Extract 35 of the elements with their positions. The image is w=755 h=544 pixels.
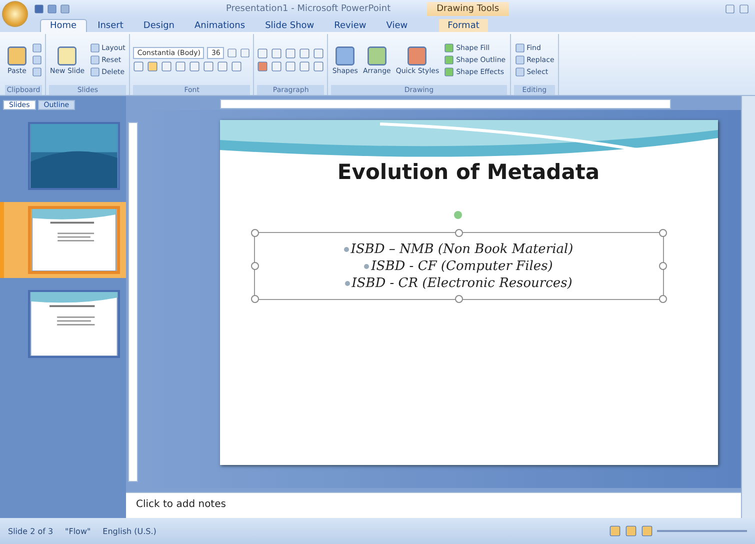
ribbon-tab[interactable]: View: [377, 19, 417, 32]
bullet-icon: [364, 264, 370, 268]
slide-title: Evolution of Metadata: [337, 160, 600, 184]
ribbon-tab[interactable]: Home: [40, 19, 87, 32]
status-language: English (U.S.): [102, 526, 156, 536]
bullet-text: ISBD - CF (Computer Files): [371, 258, 553, 274]
ribbon-tab[interactable]: Review: [325, 19, 376, 32]
slide-thumbnail[interactable]: [28, 122, 120, 190]
window-title: Presentation1 - Microsoft PowerPoint: [226, 4, 391, 14]
ribbon-tab[interactable]: Format: [438, 19, 488, 32]
resize-handle[interactable]: [658, 295, 666, 303]
resize-handle[interactable]: [658, 229, 666, 237]
resize-handle[interactable]: [454, 229, 462, 237]
contextual-tab-label: Drawing Tools: [426, 2, 510, 16]
ribbon-tab[interactable]: Animations: [185, 19, 254, 32]
status-theme: "Flow": [65, 526, 91, 536]
notes-field[interactable]: Click to add notes: [126, 492, 741, 518]
status-slide-count: Slide 2 of 3: [8, 526, 54, 536]
resize-handle[interactable]: [250, 295, 258, 303]
office-button[interactable]: [2, 1, 28, 27]
resize-handle[interactable]: [658, 262, 666, 270]
bullet-icon: [344, 246, 349, 252]
ribbon-tab[interactable]: Insert: [88, 19, 132, 32]
rotate-handle[interactable]: [454, 211, 462, 219]
slide-thumbnail[interactable]: [28, 290, 120, 358]
scrollbar[interactable]: [741, 96, 755, 518]
slide-thumbnail[interactable]: [28, 206, 120, 274]
bullet-text: ISBD - CR (Electronic Resources): [352, 274, 572, 292]
resize-handle[interactable]: [250, 229, 258, 237]
resize-handle[interactable]: [454, 295, 462, 303]
bullet-text: ISBD – NMB (Non Book Material): [350, 240, 574, 258]
resize-handle[interactable]: [250, 262, 258, 270]
ribbon-tab[interactable]: Slide Show: [256, 19, 324, 32]
bullet-icon: [344, 280, 350, 286]
ribbon-tab[interactable]: Design: [134, 19, 184, 32]
